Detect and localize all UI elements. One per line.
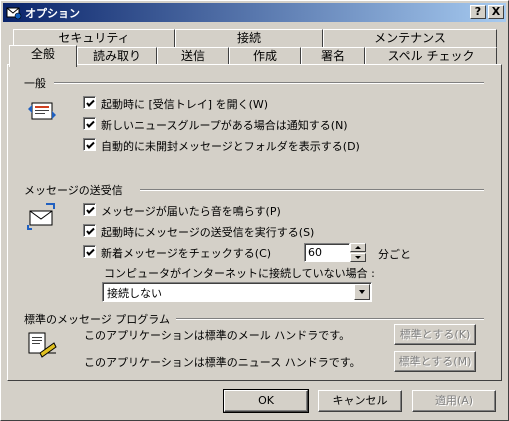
offline-action-value: 接続しない: [107, 287, 162, 300]
general-tab-panel: 一般 起動時に [受信トレイ] を開く(W) 新しいニュースグループがある場合は…: [7, 64, 502, 381]
window-title: オプション: [25, 7, 80, 20]
default-programs-section-title: 標準のメッセージ プログラム: [24, 313, 170, 326]
play-sound-checkbox[interactable]: [83, 203, 96, 216]
general-section-title: 一般: [24, 77, 46, 90]
open-inbox-label[interactable]: 起動時に [受信トレイ] を開く(W): [101, 96, 268, 112]
options-dialog: オプション ? X セキュリティ 接続 メンテナンス 全般 読み取り 送信 作成…: [0, 0, 509, 421]
general-settings-icon: [26, 95, 58, 127]
tab-maintenance[interactable]: メンテナンス: [323, 29, 497, 47]
chevron-down-icon[interactable]: [354, 284, 370, 300]
section-divider: [176, 318, 484, 320]
interval-unit-label: 分ごと: [378, 248, 411, 261]
default-program-icon: [26, 327, 58, 359]
help-button[interactable]: ?: [470, 5, 486, 19]
send-receive-startup-label[interactable]: 起動時にメッセージの送受信を実行する(S): [101, 224, 314, 240]
tab-compose[interactable]: 作成: [229, 47, 301, 65]
send-receive-icon: [26, 201, 58, 233]
mail-handler-text: このアプリケーションは標準のメール ハンドラです。: [84, 329, 351, 342]
open-inbox-checkbox[interactable]: [83, 96, 96, 109]
spin-down-button[interactable]: [350, 253, 366, 262]
title-bar[interactable]: オプション ? X: [3, 3, 506, 22]
apply-button[interactable]: 適用(A): [412, 390, 496, 412]
send-receive-section-title: メッセージの送受信: [24, 184, 123, 197]
tab-signatures[interactable]: 署名: [301, 47, 365, 65]
check-interval-input[interactable]: 60: [304, 243, 350, 262]
show-unread-checkbox[interactable]: [83, 138, 96, 151]
tab-connection[interactable]: 接続: [175, 29, 323, 47]
play-sound-label[interactable]: メッセージが届いたら音を鳴らす(P): [101, 203, 281, 219]
spin-up-button[interactable]: [350, 243, 366, 252]
close-button[interactable]: X: [488, 5, 504, 19]
check-interval-spinner[interactable]: [350, 243, 366, 262]
check-new-messages-checkbox[interactable]: [83, 245, 96, 258]
tab-spelling[interactable]: スペル チェック: [365, 47, 497, 65]
make-default-news-button[interactable]: 標準とする(M): [394, 351, 476, 372]
cancel-button[interactable]: キャンセル: [318, 390, 402, 412]
section-divider: [54, 82, 484, 84]
show-unread-label[interactable]: 自動的に未開封メッセージとフォルダを表示する(D): [101, 138, 360, 154]
notify-newsgroups-label[interactable]: 新しいニュースグループがある場合は通知する(N): [101, 117, 348, 133]
offline-action-select[interactable]: 接続しない: [102, 282, 372, 302]
tab-read[interactable]: 読み取り: [77, 47, 157, 65]
notify-newsgroups-checkbox[interactable]: [83, 117, 96, 130]
news-handler-text: このアプリケーションは標準のニュース ハンドラです。: [84, 356, 361, 369]
send-receive-startup-checkbox[interactable]: [83, 224, 96, 237]
section-divider: [140, 189, 484, 191]
offline-label: コンピュータがインターネットに接続していない場合 :: [104, 267, 375, 280]
ok-button[interactable]: OK: [223, 389, 309, 413]
make-default-mail-button[interactable]: 標準とする(K): [394, 324, 476, 345]
check-new-messages-label[interactable]: 新着メッセージをチェックする(C): [101, 245, 271, 261]
tab-general[interactable]: 全般: [9, 45, 77, 67]
tab-send[interactable]: 送信: [157, 47, 229, 65]
outlook-express-icon: [6, 5, 22, 20]
